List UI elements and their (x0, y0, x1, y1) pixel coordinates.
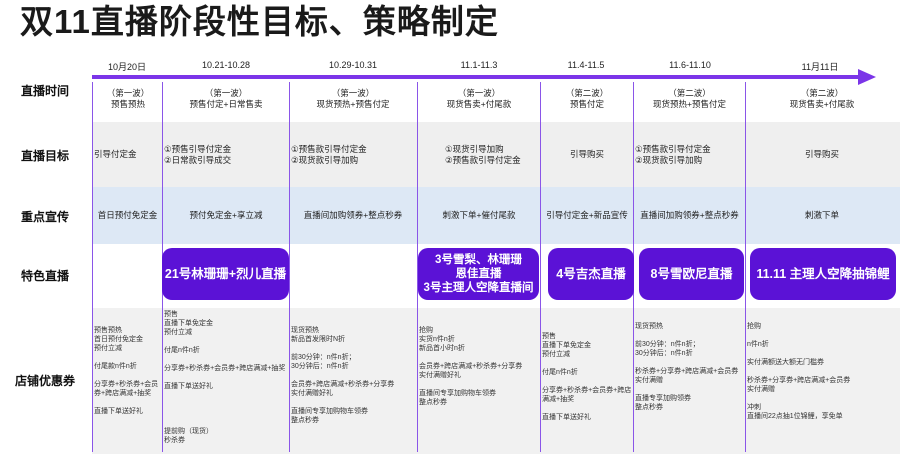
column-divider (289, 82, 290, 452)
promo-cell: 预付免定金+享立减 (189, 210, 263, 220)
phase-cell: （第二波） 现货售卖+付尾款 (789, 88, 855, 109)
promo-cell: 直播间加购领券+整点秒券 (640, 210, 739, 220)
promo-cell: 引导付定金+新品宣传 (546, 210, 628, 220)
timeline-arrow-icon (858, 69, 876, 85)
special-live-box: 8号雪欧尼直播 (639, 248, 744, 300)
coupon-cell: 预售 直播下单免定金 预付立减 付尾n件n折 分享券+秒杀券+会员券+跨店满减+… (164, 311, 286, 444)
promo-cell: 直播间加购领券+整点秒券 (303, 210, 403, 220)
promo-cell: 刺激下单+催付尾款 (442, 210, 516, 220)
date-label: 10.29-10.31 (328, 60, 378, 70)
column-divider (745, 82, 746, 452)
special-live-box: 11.11 主理人空降抽锦鲤 (750, 248, 896, 300)
phase-cell: （第一波） 预售预热 (106, 88, 150, 109)
page-title: 双11直播阶段性目标、策略制定 (20, 3, 499, 40)
goal-cell: ①现货引导加购 ②预售款引导付定金 (445, 143, 521, 165)
goal-cell: 引导购买 (569, 149, 604, 159)
goal-cell: 引导付定金 (94, 149, 137, 159)
promo-cell: 刺激下单 (804, 210, 839, 220)
phase-cell: （第二波） 预售付定 (565, 88, 609, 109)
goal-cell: ①预售款引导付定金 ②现货款引导加购 (635, 143, 711, 165)
row-label-promo: 重点宣传 (20, 210, 69, 224)
phase-cell: （第一波） 预售付定+日常售卖 (189, 88, 263, 109)
column-divider (540, 82, 541, 452)
column-divider (92, 82, 93, 452)
goal-cell: 引导购买 (804, 149, 839, 159)
date-label: 10.21-10.28 (201, 60, 251, 70)
goal-cell: ①预售引导付定金 ②日常款引导成交 (164, 143, 232, 165)
coupon-cell: 抢购 实货n件n折 新品首小时n折 会员券+跨店满减+秒杀券+分享券 实付满赠好… (419, 327, 523, 406)
date-label: 11月11日 (801, 62, 839, 72)
goal-cell: ①预售款引导付定金 ②现货款引导加购 (291, 143, 367, 165)
special-live-box: 4号吉杰直播 (548, 248, 634, 300)
coupon-cell: 抢购 n件n折 实付满额送大额无门槛券 秒杀券+分享券+跨店满减+会员券 实付满… (747, 323, 851, 420)
row-label-goal: 直播目标 (20, 149, 69, 163)
row-label-coupon: 店铺优惠券 (14, 374, 75, 388)
special-live-box: 3号雪梨、林珊珊 恩佳直播 3号主理人空降直播间 (418, 248, 539, 300)
date-label: 11.6-11.10 (669, 60, 711, 70)
row-label-time: 直播时间 (20, 84, 69, 98)
date-label: 10月20日 (107, 62, 147, 72)
date-label: 11.1-11.3 (460, 60, 498, 70)
phase-cell: （第二波） 现货预热+预售付定 (653, 88, 726, 109)
row-label-special: 特色直播 (20, 269, 69, 283)
coupon-cell: 现货预热 前30分钟：n件n折； 30分钟后：n件n折 秒杀券+分享券+跨店满减… (635, 323, 739, 411)
coupon-cell: 预售 直播下单免定金 预付立减 付尾n件n折 分享券+秒杀券+会员券+跨店满减+… (542, 333, 632, 421)
timeline-line (92, 75, 862, 79)
phase-cell: （第一波） 现货售卖+付尾款 (446, 88, 512, 109)
date-label: 11.4-11.5 (567, 60, 605, 70)
promo-cell: 首日预付免定金 (97, 210, 158, 220)
coupon-cell: 预售预热 首日预付免定金 预付立减 付尾款n件n折 分享券+秒杀券+会员券+跨店… (94, 327, 159, 415)
coupon-cell: 现货预热 新品首发限时N折 前30分钟：n件n折； 30分钟后：n件n折 会员券… (291, 327, 395, 424)
phase-cell: （第一波） 现货预热+预售付定 (316, 88, 390, 109)
special-live-box: 21号林珊珊+烈儿直播 (162, 248, 289, 300)
